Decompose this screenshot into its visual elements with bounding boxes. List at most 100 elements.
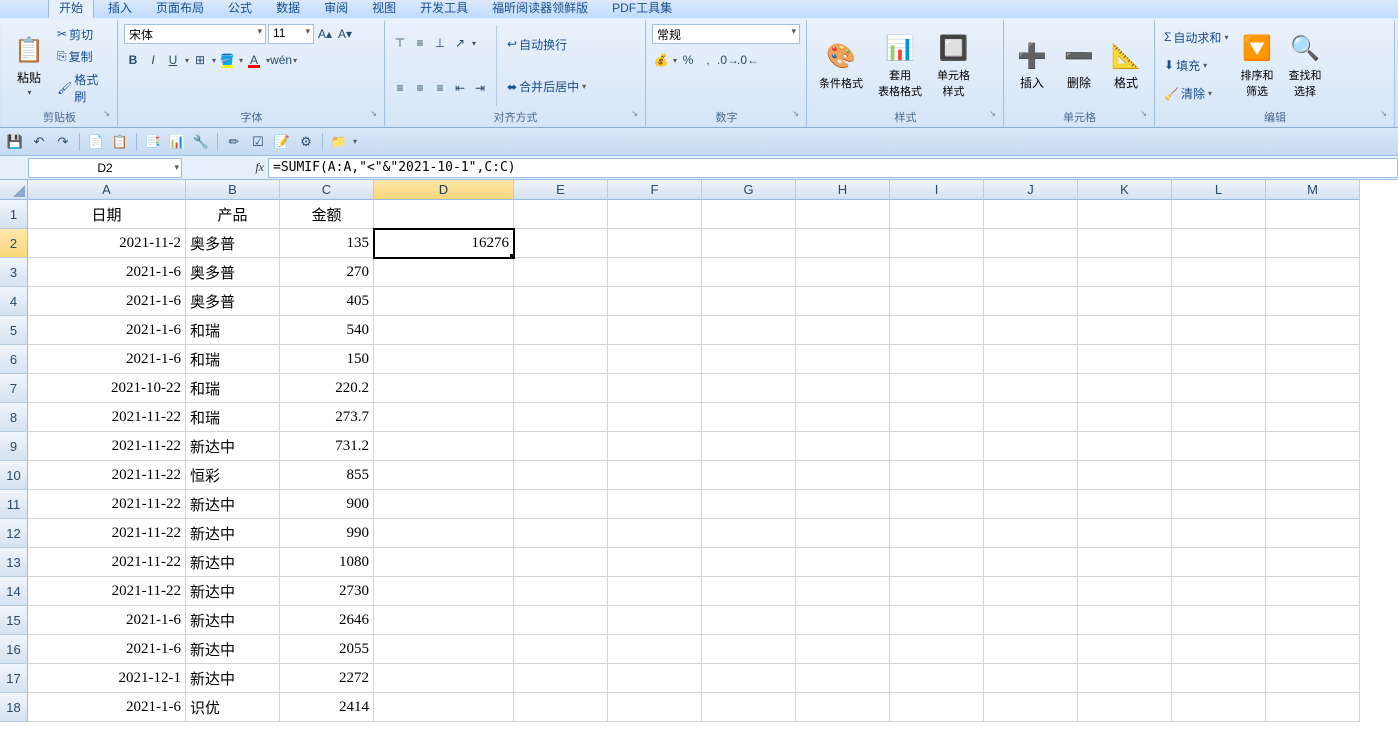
cell-A8[interactable]: 2021-11-22	[28, 403, 186, 432]
cell-K1[interactable]	[1078, 200, 1172, 229]
chevron-down-icon[interactable]: ▾	[353, 137, 357, 146]
cell-M5[interactable]	[1266, 316, 1360, 345]
fx-icon[interactable]: fx	[251, 160, 268, 175]
cell-F5[interactable]	[608, 316, 702, 345]
cell-I14[interactable]	[890, 577, 984, 606]
row-header-11[interactable]: 11	[0, 490, 28, 519]
cell-J11[interactable]	[984, 490, 1078, 519]
clear-button[interactable]: 🧹 清除 ▾	[1161, 84, 1231, 103]
cell-J4[interactable]	[984, 287, 1078, 316]
cell-L1[interactable]	[1172, 200, 1266, 229]
cell-I17[interactable]	[890, 664, 984, 693]
cell-I4[interactable]	[890, 287, 984, 316]
cell-A6[interactable]: 2021-1-6	[28, 345, 186, 374]
cell-D8[interactable]	[374, 403, 514, 432]
cell-L12[interactable]	[1172, 519, 1266, 548]
col-header-D[interactable]: D	[374, 180, 514, 200]
col-header-C[interactable]: C	[280, 180, 374, 200]
cell-K13[interactable]	[1078, 548, 1172, 577]
cell-J18[interactable]	[984, 693, 1078, 722]
cell-I16[interactable]	[890, 635, 984, 664]
cell-M2[interactable]	[1266, 229, 1360, 258]
cell-G16[interactable]	[702, 635, 796, 664]
cell-B16[interactable]: 新达中	[186, 635, 280, 664]
cell-H14[interactable]	[796, 577, 890, 606]
cell-I5[interactable]	[890, 316, 984, 345]
cell-F3[interactable]	[608, 258, 702, 287]
orientation-icon[interactable]: ↗	[451, 34, 469, 52]
cell-H15[interactable]	[796, 606, 890, 635]
cell-D10[interactable]	[374, 461, 514, 490]
row-header-6[interactable]: 6	[0, 345, 28, 374]
chevron-down-icon[interactable]: ▾	[293, 56, 297, 65]
cell-K4[interactable]	[1078, 287, 1172, 316]
cell-J7[interactable]	[984, 374, 1078, 403]
insert-button[interactable]: ➕ 插入	[1010, 23, 1054, 108]
indent-decrease-icon[interactable]: ⇤	[451, 79, 469, 97]
cell-G15[interactable]	[702, 606, 796, 635]
cell-F10[interactable]	[608, 461, 702, 490]
cell-grid[interactable]: 日期产品金额2021-11-2奥多普135162762021-1-6奥多普270…	[28, 200, 1360, 722]
cell-L8[interactable]	[1172, 403, 1266, 432]
cell-F7[interactable]	[608, 374, 702, 403]
cell-E9[interactable]	[514, 432, 608, 461]
cell-H11[interactable]	[796, 490, 890, 519]
increase-decimal-icon[interactable]: .0→	[719, 51, 737, 69]
cell-K12[interactable]	[1078, 519, 1172, 548]
cell-I13[interactable]	[890, 548, 984, 577]
cell-H5[interactable]	[796, 316, 890, 345]
cell-C3[interactable]: 270	[280, 258, 374, 287]
row-header-15[interactable]: 15	[0, 606, 28, 635]
cell-G3[interactable]	[702, 258, 796, 287]
cell-M8[interactable]	[1266, 403, 1360, 432]
fill-color-button[interactable]: 🪣	[218, 51, 236, 69]
cell-K17[interactable]	[1078, 664, 1172, 693]
chevron-down-icon[interactable]: ▾	[239, 56, 243, 65]
copy-button[interactable]: ⎘ 复制	[54, 47, 112, 66]
cell-L3[interactable]	[1172, 258, 1266, 287]
cell-styles-button[interactable]: 🔲 单元格 样式	[931, 23, 976, 108]
cell-D4[interactable]	[374, 287, 514, 316]
cell-G9[interactable]	[702, 432, 796, 461]
cell-E17[interactable]	[514, 664, 608, 693]
cell-D6[interactable]	[374, 345, 514, 374]
cell-H9[interactable]	[796, 432, 890, 461]
chevron-down-icon[interactable]: ▾	[212, 56, 216, 65]
col-header-H[interactable]: H	[796, 180, 890, 200]
row-header-13[interactable]: 13	[0, 548, 28, 577]
cell-G13[interactable]	[702, 548, 796, 577]
align-top-icon[interactable]: ⊤	[391, 34, 409, 52]
menu-tab-0[interactable]: 开始	[48, 0, 94, 18]
border-button[interactable]: ⊞	[191, 51, 209, 69]
cell-K10[interactable]	[1078, 461, 1172, 490]
menu-tab-7[interactable]: 开发工具	[410, 0, 478, 18]
align-bottom-icon[interactable]: ⊥	[431, 34, 449, 52]
cell-F18[interactable]	[608, 693, 702, 722]
cell-I6[interactable]	[890, 345, 984, 374]
cell-H8[interactable]	[796, 403, 890, 432]
qa-icon-10[interactable]: 📁	[328, 132, 350, 152]
cell-I10[interactable]	[890, 461, 984, 490]
cell-E6[interactable]	[514, 345, 608, 374]
cell-I18[interactable]	[890, 693, 984, 722]
cell-L5[interactable]	[1172, 316, 1266, 345]
qa-icon-8[interactable]: 📝	[271, 132, 293, 152]
cell-C9[interactable]: 731.2	[280, 432, 374, 461]
cell-M7[interactable]	[1266, 374, 1360, 403]
cell-C6[interactable]: 150	[280, 345, 374, 374]
cell-E11[interactable]	[514, 490, 608, 519]
qa-icon-1[interactable]: 📄	[85, 132, 107, 152]
cell-D17[interactable]	[374, 664, 514, 693]
undo-button[interactable]: ↶	[28, 132, 50, 152]
formula-input[interactable]: =SUMIF(A:A,"<"&"2021-10-1",C:C)	[268, 158, 1398, 178]
cell-A18[interactable]: 2021-1-6	[28, 693, 186, 722]
cell-D1[interactable]	[374, 200, 514, 229]
col-header-F[interactable]: F	[608, 180, 702, 200]
font-size-select[interactable]: 11	[268, 24, 314, 44]
cell-L11[interactable]	[1172, 490, 1266, 519]
cell-L15[interactable]	[1172, 606, 1266, 635]
qa-icon-2[interactable]: 📋	[109, 132, 131, 152]
cell-C16[interactable]: 2055	[280, 635, 374, 664]
paste-button[interactable]: 📋 粘贴 ▾	[7, 23, 51, 108]
currency-icon[interactable]: 💰	[652, 51, 670, 69]
